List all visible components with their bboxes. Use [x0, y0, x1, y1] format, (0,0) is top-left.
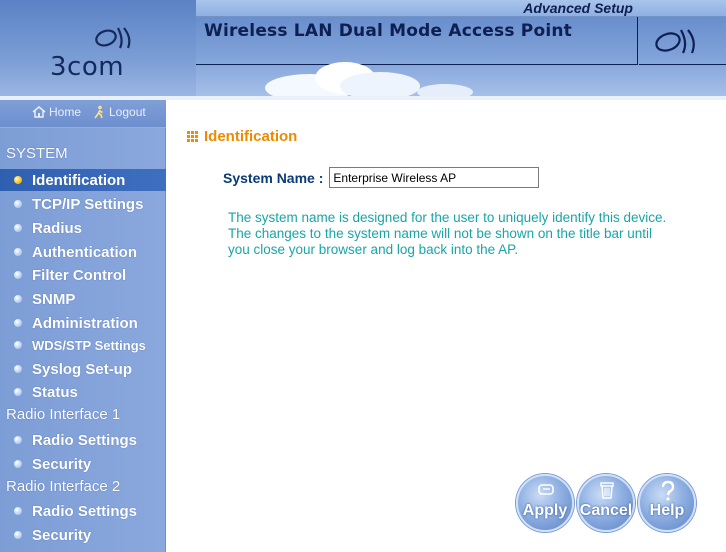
sidebar-item-radius[interactable]: Radius	[0, 217, 166, 239]
bullet-icon	[14, 507, 22, 515]
sidebar-item-status[interactable]: Status	[0, 381, 166, 403]
advanced-setup-label: Advanced Setup	[523, 0, 633, 16]
brand-logo-mark-icon	[655, 29, 695, 54]
section-title-row: Identification	[187, 128, 297, 145]
page-header: 3com Advanced Setup Wireless LAN Dual Mo…	[0, 0, 726, 100]
person-walking-icon	[94, 105, 103, 119]
bullet-icon	[14, 460, 22, 468]
bullet-icon	[14, 224, 22, 232]
logout-link-label: Logout	[109, 105, 146, 119]
logo-area: 3com	[0, 0, 196, 100]
help-button[interactable]: Help	[638, 474, 696, 532]
cancel-button[interactable]: Cancel	[577, 474, 635, 532]
sidebar-item-label: Security	[32, 526, 92, 544]
sidebar-item-label: Radio Settings	[32, 431, 138, 449]
apply-button[interactable]: Apply	[516, 474, 574, 532]
header-top-bar: Advanced Setup	[196, 0, 726, 17]
sidebar-item-label: WDS/STP Settings	[32, 337, 146, 353]
sidebar-item-label: Identification	[32, 171, 126, 189]
sidebar-item-snmp[interactable]: SNMP	[0, 288, 166, 310]
sidebar-item-wds-stp-settings[interactable]: WDS/STP Settings	[0, 334, 166, 356]
sidebar-item-label: Authentication	[32, 243, 137, 261]
apply-button-label: Apply	[522, 502, 568, 519]
section-heading-system: SYSTEM	[6, 145, 68, 162]
bullet-icon	[14, 295, 22, 303]
bullet-icon	[14, 248, 22, 256]
home-link[interactable]: Home	[32, 105, 81, 119]
sidebar-item-tcpip-settings[interactable]: TCP/IP Settings	[0, 193, 166, 215]
trash-bin-icon	[600, 482, 614, 499]
system-name-label: System Name :	[223, 169, 324, 186]
sidebar-item-identification[interactable]: Identification	[0, 169, 166, 191]
product-title: Wireless LAN Dual Mode Access Point	[204, 21, 572, 41]
bullet-icon	[14, 271, 22, 279]
sidebar: Home Logout SYSTEM Identification TCP/IP…	[0, 100, 166, 552]
help-button-label: Help	[649, 502, 685, 519]
home-link-label: Home	[49, 105, 82, 119]
sidebar-item-label: Administration	[32, 314, 138, 332]
description-text: The system name is designed for the user…	[228, 210, 667, 257]
sidebar-item-label: Security	[32, 455, 92, 473]
sidebar-item-authentication[interactable]: Authentication	[0, 241, 166, 263]
system-name-input[interactable]	[329, 167, 540, 188]
brand-logo-text: 3com	[50, 52, 125, 82]
home-icon	[32, 106, 46, 118]
sidebar-item-label: Radius	[32, 219, 83, 237]
sidebar-item-label: Radio Settings	[32, 502, 138, 520]
sidebar-item-radio1-security[interactable]: Security	[0, 453, 166, 475]
sidebar-item-label: Syslog Set-up	[32, 360, 133, 378]
sidebar-item-label: Filter Control	[32, 266, 127, 284]
sidebar-item-label: SNMP	[32, 290, 76, 308]
section-heading-radio-interface-1: Radio Interface 1	[6, 406, 121, 423]
section-heading-radio-interface-2: Radio Interface 2	[6, 478, 121, 495]
question-mark-icon	[661, 480, 675, 501]
sidebar-item-syslog-setup[interactable]: Syslog Set-up	[0, 358, 166, 380]
sidebar-item-administration[interactable]: Administration	[0, 312, 166, 334]
bullet-icon	[14, 176, 22, 184]
sidebar-item-radio1-radio-settings[interactable]: Radio Settings	[0, 429, 166, 451]
bullet-icon	[14, 436, 22, 444]
bullet-icon	[14, 341, 22, 349]
main-content: Identification System Name : The system …	[167, 100, 726, 552]
bullet-icon	[14, 388, 22, 396]
section-title: Identification	[204, 128, 298, 145]
sidebar-item-label: TCP/IP Settings	[32, 195, 144, 213]
header-logo-box	[639, 17, 726, 65]
sidebar-item-label: Status	[32, 383, 78, 401]
sidebar-item-radio2-radio-settings[interactable]: Radio Settings	[0, 500, 166, 522]
cancel-button-label: Cancel	[579, 502, 633, 519]
system-name-row: System Name :	[223, 167, 540, 188]
home-bar: Home Logout	[0, 100, 166, 128]
bullet-icon	[14, 319, 22, 327]
sidebar-item-radio2-security[interactable]: Security	[0, 524, 166, 546]
bullet-icon	[14, 365, 22, 373]
grid-dots-icon	[187, 130, 199, 143]
logout-link[interactable]: Logout	[92, 105, 146, 119]
hand-pointer-icon	[538, 484, 554, 495]
brand-logo-mark-icon	[95, 27, 131, 49]
clouds-decoration	[265, 62, 473, 100]
sidebar-item-filter-control[interactable]: Filter Control	[0, 264, 166, 286]
bullet-icon	[14, 200, 22, 208]
bullet-icon	[14, 531, 22, 539]
